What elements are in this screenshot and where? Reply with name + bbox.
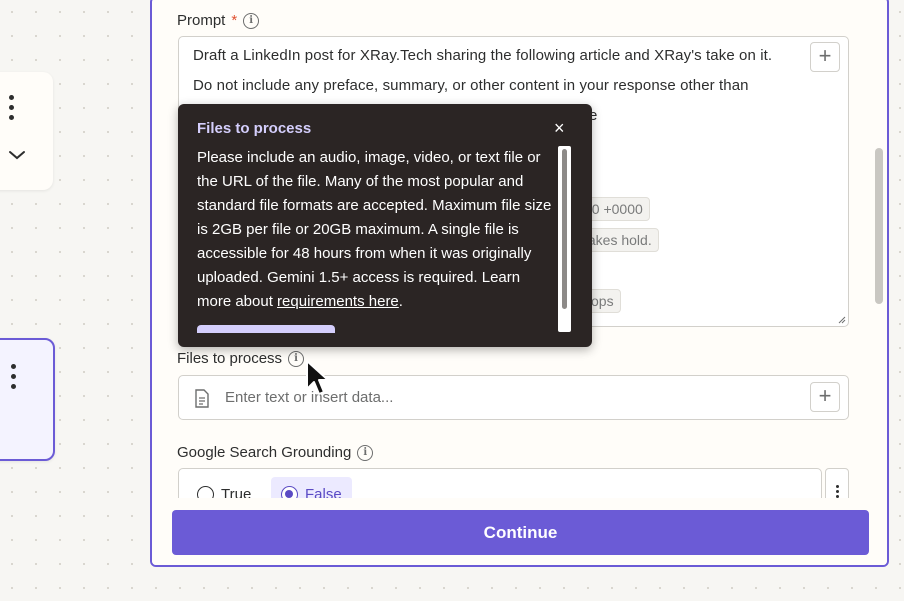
tooltip-action-button[interactable] (197, 325, 335, 333)
more-options-icon[interactable] (10, 364, 16, 389)
files-to-process-label: Files to process i (177, 350, 305, 367)
info-icon[interactable]: i (243, 12, 260, 29)
panel-footer: Continue (152, 498, 887, 565)
files-to-process-tooltip: Files to process × Please include an aud… (178, 104, 592, 347)
document-icon (195, 389, 209, 408)
workflow-step-card[interactable] (0, 72, 53, 190)
prompt-label: Prompt * i (177, 12, 260, 29)
tooltip-body: Please include an audio, image, video, o… (197, 149, 552, 310)
workflow-step-card-selected[interactable] (0, 338, 55, 461)
more-options-icon[interactable] (8, 95, 14, 120)
required-mark: * (231, 12, 238, 29)
continue-button[interactable]: Continue (172, 510, 869, 555)
panel-scrollbar[interactable] (875, 148, 883, 304)
resize-handle-icon[interactable] (838, 316, 846, 324)
more-options-icon (836, 485, 839, 498)
google-search-grounding-label: Google Search Grounding i (177, 444, 374, 461)
insert-data-button[interactable]: + (810, 42, 840, 72)
files-to-process-input[interactable]: Enter text or insert data... + (178, 375, 849, 420)
requirements-link[interactable]: requirements here (277, 293, 399, 310)
chevron-down-icon[interactable] (8, 149, 26, 161)
insert-data-button[interactable]: + (810, 382, 840, 412)
close-icon[interactable]: × (554, 118, 565, 139)
prompt-text-line: Do not include any preface, summary, or … (193, 77, 749, 94)
tooltip-title: Files to process (197, 120, 312, 137)
info-icon[interactable]: i (288, 350, 305, 367)
tooltip-scrollbar[interactable] (558, 146, 571, 332)
info-icon[interactable]: i (357, 444, 374, 461)
prompt-text-line: Draft a LinkedIn post for XRay.Tech shar… (193, 47, 773, 64)
mouse-cursor-icon (306, 360, 329, 395)
